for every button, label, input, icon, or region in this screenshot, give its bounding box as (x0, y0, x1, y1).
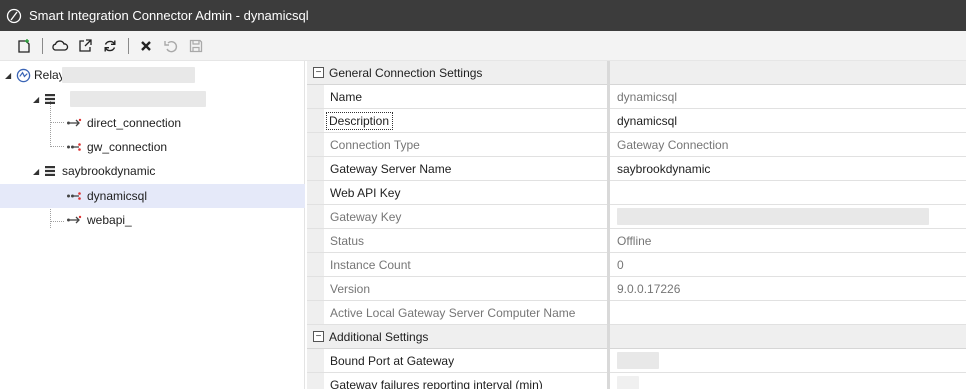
property-row-description[interactable]: Description dynamicsql (307, 109, 966, 133)
redacted-text (617, 208, 929, 225)
tree-item-gateway[interactable]: ◢ saybrookdynamic (0, 159, 305, 183)
tree-item-connection-selected[interactable]: dynamicsql (0, 184, 305, 208)
redacted-text (70, 91, 206, 107)
property-row-status[interactable]: Status Offline (307, 229, 966, 253)
relay-icon (16, 68, 31, 83)
section-title: General Connection Settings (329, 66, 483, 80)
tree-item-label: dynamicsql (87, 189, 148, 203)
property-row-active-local-gateway[interactable]: Active Local Gateway Server Computer Nam… (307, 301, 966, 325)
tree-item-label: webapi_ (87, 213, 132, 227)
tree-item-relay[interactable]: ◢ Relay (0, 63, 305, 87)
gateway-connection-icon (66, 142, 82, 152)
section-header-additional[interactable]: − Additional Settings (307, 325, 966, 349)
open-external-icon[interactable] (73, 35, 97, 57)
property-row-web-api-key[interactable]: Web API Key (307, 181, 966, 205)
undo-icon[interactable] (159, 35, 183, 57)
description-field[interactable]: dynamicsql (609, 109, 966, 132)
tree-item-connection[interactable]: gw_connection (0, 135, 305, 159)
direct-connection-icon (66, 118, 82, 128)
property-name: Status (324, 229, 608, 252)
property-row-gateway-key[interactable]: Gateway Key (307, 205, 966, 229)
section-header-general[interactable]: − General Connection Settings (307, 61, 966, 85)
tree-item-label: gw_connection (87, 140, 168, 154)
section-title: Additional Settings (329, 330, 429, 344)
title-bar: Smart Integration Connector Admin - dyna… (0, 0, 966, 31)
property-row-bound-port[interactable]: Bound Port at Gateway (307, 349, 966, 373)
property-name: Web API Key (324, 181, 608, 204)
property-row-gateway-server-name[interactable]: Gateway Server Name saybrookdynamic (307, 157, 966, 181)
direct-connection-icon (66, 215, 82, 225)
property-name: Gateway Key (324, 205, 608, 228)
property-name: Connection Type (324, 133, 608, 156)
new-icon[interactable] (12, 35, 36, 57)
web-api-key-field[interactable] (609, 181, 966, 204)
property-name: Bound Port at Gateway (324, 349, 608, 372)
property-name: Gateway Server Name (324, 157, 608, 180)
save-icon[interactable] (184, 35, 208, 57)
tree-item-label: saybrookdynamic (62, 164, 156, 178)
refresh-icon[interactable] (98, 35, 122, 57)
property-value: dynamicsql (617, 89, 678, 104)
toolbar (0, 31, 966, 61)
redacted-text (62, 67, 195, 83)
tree-item-connection[interactable]: webapi_ (0, 208, 305, 232)
cloud-icon[interactable] (48, 35, 72, 57)
status-value: Offline (617, 233, 652, 248)
property-name: Gateway failures reporting interval (min… (324, 373, 608, 389)
collapse-section-icon[interactable]: − (313, 331, 324, 342)
property-row-connection-type[interactable]: Connection Type Gateway Connection (307, 133, 966, 157)
property-value: 9.0.0.17226 (617, 281, 681, 296)
gateway-connection-icon (66, 191, 82, 201)
property-value: Gateway Connection (617, 137, 729, 152)
property-value: 0 (617, 257, 624, 272)
tree-item-label: Relay (34, 68, 65, 82)
collapse-triangle-icon[interactable]: ◢ (33, 167, 39, 176)
property-row-failure-interval[interactable]: Gateway failures reporting interval (min… (307, 373, 966, 389)
redacted-text (617, 376, 639, 389)
app-logo-icon (5, 7, 23, 25)
property-row-name[interactable]: Name dynamicsql (307, 85, 966, 109)
property-name: Active Local Gateway Server Computer Nam… (324, 301, 608, 324)
bound-port-field[interactable] (609, 349, 966, 372)
server-icon (44, 93, 56, 105)
failure-interval-field[interactable] (609, 373, 966, 389)
collapse-triangle-icon[interactable]: ◢ (33, 95, 39, 104)
property-row-version[interactable]: Version 9.0.0.17226 (307, 277, 966, 301)
collapse-triangle-icon[interactable]: ◢ (5, 71, 11, 80)
server-icon (44, 165, 56, 177)
property-value (609, 301, 966, 324)
property-name: Version (324, 277, 608, 300)
redacted-text (617, 352, 659, 369)
collapse-section-icon[interactable]: − (313, 67, 324, 78)
toolbar-separator (128, 37, 129, 54)
connection-tree: ◢ Relay ◢ direct_connection gw_connectio… (0, 61, 305, 389)
tree-item-label: direct_connection (87, 116, 182, 130)
property-row-instance-count[interactable]: Instance Count 0 (307, 253, 966, 277)
window-title: Smart Integration Connector Admin - dyna… (29, 8, 309, 23)
property-name: Name (324, 85, 608, 108)
property-value (609, 205, 966, 228)
property-name: Instance Count (324, 253, 608, 276)
delete-icon[interactable] (134, 35, 158, 57)
tree-item-connection[interactable]: direct_connection (0, 111, 305, 135)
property-grid: − General Connection Settings Name dynam… (307, 61, 966, 389)
column-splitter[interactable] (607, 61, 610, 389)
tree-item-gateway[interactable]: ◢ (0, 87, 305, 111)
toolbar-separator (42, 37, 43, 54)
gateway-server-name-field[interactable]: saybrookdynamic (609, 157, 966, 180)
property-name: Description (324, 109, 608, 132)
